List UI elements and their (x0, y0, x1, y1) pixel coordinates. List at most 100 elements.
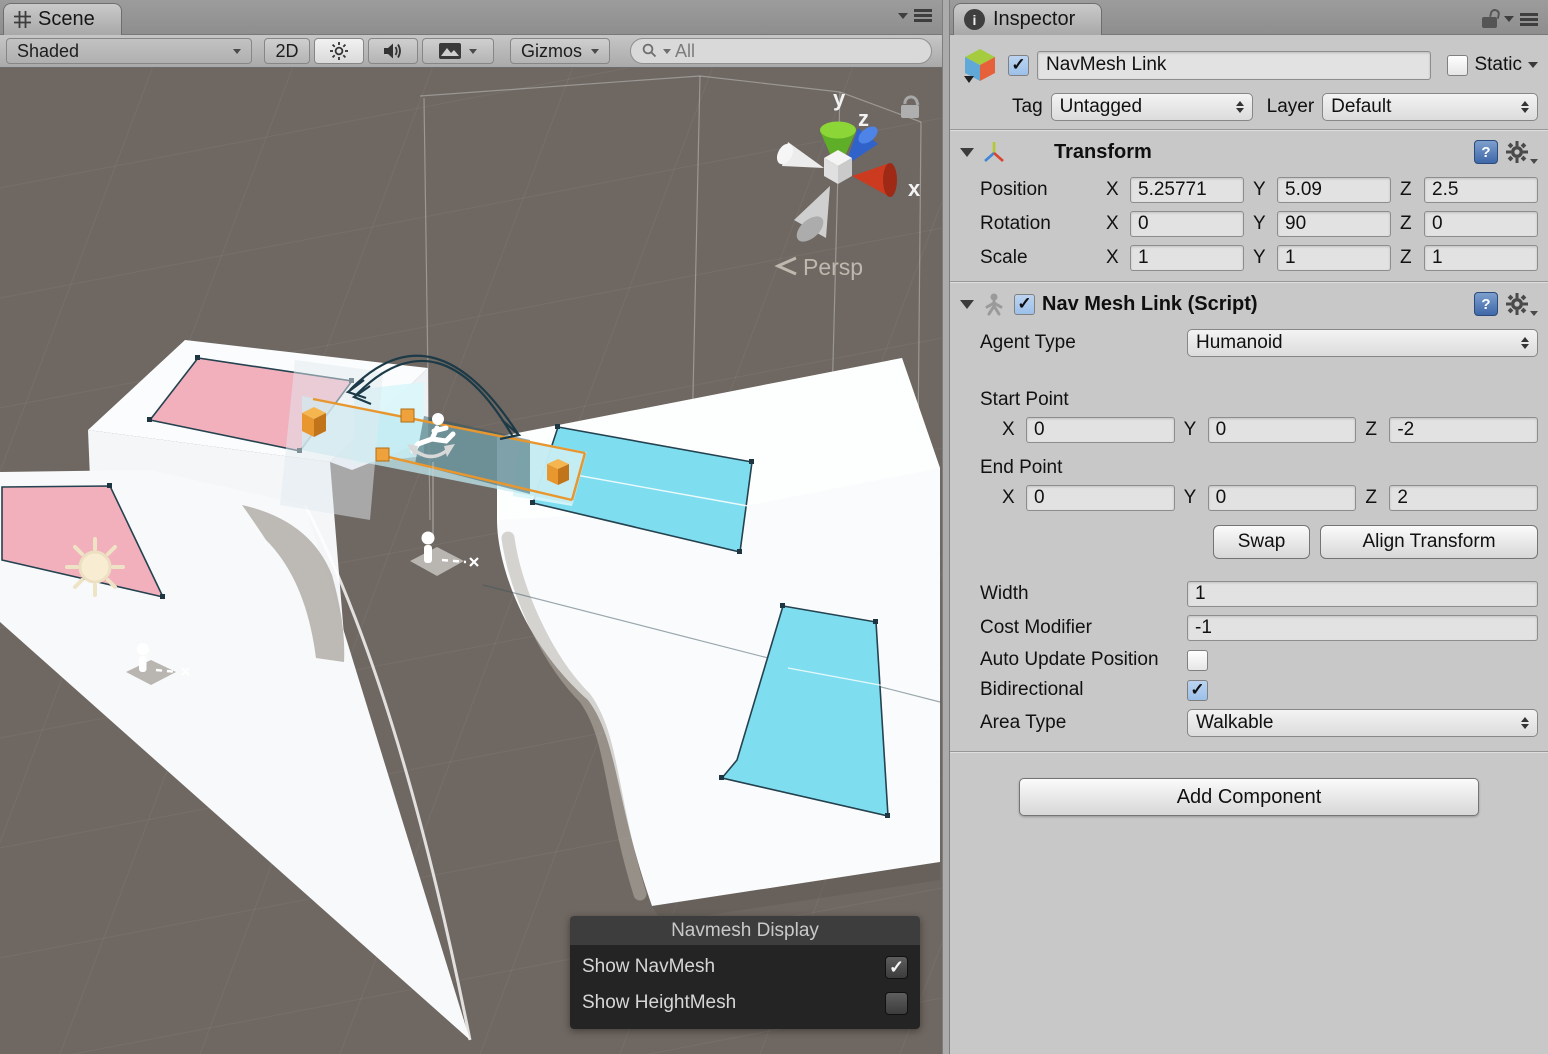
help-icon[interactable]: ? (1474, 292, 1498, 316)
position-y-field[interactable]: 5.09 (1277, 177, 1391, 203)
scene-pane-dropdown-icon[interactable] (898, 13, 908, 19)
gear-dropdown-icon (1530, 311, 1538, 316)
width-field[interactable]: 1 (1187, 581, 1538, 607)
scene-panel: Scene Shaded 2D (0, 0, 942, 1054)
sun-icon (329, 41, 349, 61)
area-type-label: Area Type (980, 712, 1187, 734)
navmeshlink-script-icon (981, 291, 1007, 317)
shading-mode-dropdown[interactable]: Shaded (6, 38, 252, 64)
axis-x-label: X (1106, 213, 1130, 235)
gizmos-dropdown[interactable]: Gizmos (510, 38, 610, 64)
gear-icon[interactable] (1505, 140, 1538, 164)
tab-scene[interactable]: Scene (3, 3, 122, 35)
toggle-2d-button[interactable]: 2D (264, 38, 310, 64)
updown-icon (1236, 101, 1244, 113)
scale-x-field[interactable]: 1 (1130, 245, 1244, 271)
layer-label: Layer (1267, 96, 1315, 118)
position-x-field[interactable]: 5.25771 (1130, 177, 1244, 203)
tab-inspector[interactable]: i Inspector (953, 3, 1102, 35)
end-point-label: End Point (950, 447, 1548, 481)
inspector-pane-menu-icon[interactable] (1520, 13, 1538, 26)
position-z-field[interactable]: 2.5 (1424, 177, 1538, 203)
gameobject-cube-icon[interactable] (960, 45, 1000, 85)
start-point-z-field[interactable]: -2 (1389, 417, 1538, 443)
scene-search-input[interactable]: All (630, 38, 932, 64)
area-type-dropdown[interactable]: Walkable (1187, 709, 1538, 737)
align-transform-button[interactable]: Align Transform (1320, 525, 1538, 559)
link-edge-handle[interactable] (376, 448, 389, 461)
scene-tabstrip: Scene (0, 0, 942, 35)
updown-icon (1521, 337, 1529, 349)
scene-audio-button[interactable] (368, 38, 418, 64)
image-icon (439, 43, 461, 59)
start-point-row: X 0 Y 0 Z -2 (950, 413, 1548, 447)
scale-z-field[interactable]: 1 (1424, 245, 1538, 271)
foldout-icon[interactable] (960, 148, 974, 157)
panel-resize-handle[interactable] (942, 0, 950, 1054)
swap-button[interactable]: Swap (1213, 525, 1310, 559)
agent-type-dropdown[interactable]: Humanoid (1187, 329, 1538, 357)
inspector-pane-dropdown-icon[interactable] (1504, 16, 1514, 22)
scene-effects-button[interactable] (422, 38, 494, 64)
axis-y-label: y (833, 86, 846, 111)
help-icon[interactable]: ? (1474, 140, 1498, 164)
inspector-panel: i Inspector ✓ NavMesh Link Stat (950, 0, 1548, 1054)
static-dropdown-icon[interactable] (1528, 62, 1538, 68)
scene-pane-menu-icon[interactable] (914, 9, 932, 22)
updown-icon (1521, 717, 1529, 729)
cost-modifier-field[interactable]: -1 (1187, 615, 1538, 641)
end-point-y-field[interactable]: 0 (1208, 485, 1357, 511)
scene-lighting-button[interactable] (314, 38, 364, 64)
show-heightmesh-checkbox[interactable] (885, 992, 908, 1015)
navmeshlink-header[interactable]: ✓ Nav Mesh Link (Script) ? (950, 282, 1548, 325)
gear-icon[interactable] (1505, 292, 1538, 316)
gameobject-enabled-checkbox[interactable]: ✓ (1008, 55, 1029, 76)
rotation-y-field[interactable]: 90 (1277, 211, 1391, 237)
end-point-x-field[interactable]: 0 (1026, 485, 1175, 511)
cost-modifier-label: Cost Modifier (980, 617, 1187, 639)
bidirectional-checkbox[interactable]: ✓ (1187, 680, 1208, 701)
tag-dropdown[interactable]: Untagged (1051, 93, 1253, 121)
link-edge-handle[interactable] (401, 409, 414, 422)
show-navmesh-checkbox[interactable]: ✓ (885, 956, 908, 979)
end-point-z-field[interactable]: 2 (1389, 485, 1538, 511)
axis-x-label: X (1106, 179, 1130, 201)
link-start-cube[interactable] (302, 407, 326, 437)
transform-header[interactable]: Transform ? (950, 130, 1548, 173)
rotation-x-field[interactable]: 0 (1130, 211, 1244, 237)
static-checkbox[interactable] (1447, 55, 1468, 76)
rotation-row: Rotation X 0 Y 90 Z 0 (950, 207, 1548, 241)
navmeshlink-enabled-checkbox[interactable]: ✓ (1014, 294, 1035, 315)
auto-update-checkbox[interactable] (1187, 650, 1208, 671)
axis-y-label: Y (1253, 247, 1277, 269)
axis-z-label: Z (1400, 213, 1424, 235)
scale-label: Scale (980, 247, 1106, 269)
add-component-button[interactable]: Add Component (1019, 778, 1479, 816)
search-filter-chevron-icon (663, 49, 671, 54)
axis-y-label: Y (1184, 487, 1208, 509)
search-icon (641, 42, 659, 60)
start-point-y-field[interactable]: 0 (1208, 417, 1357, 443)
auto-update-label: Auto Update Position (980, 649, 1187, 671)
gameobject-name-field[interactable]: NavMesh Link (1037, 51, 1431, 80)
2d-label: 2D (275, 41, 298, 62)
start-point-x-field[interactable]: 0 (1026, 417, 1175, 443)
inspector-tabstrip: i Inspector (950, 0, 1548, 35)
scene-viewport[interactable]: y z x Persp (0, 68, 942, 1054)
start-point-label: Start Point (950, 379, 1548, 413)
inspector-lock-icon[interactable] (1482, 9, 1498, 29)
light-gizmo-icon[interactable] (67, 539, 123, 595)
axis-z-label: Z (1365, 419, 1389, 441)
show-heightmesh-row: Show HeightMesh (570, 985, 920, 1021)
foldout-icon[interactable] (960, 300, 974, 309)
layer-dropdown[interactable]: Default (1322, 93, 1538, 121)
axis-z-label: z (858, 106, 869, 131)
gear-dropdown-icon (1530, 159, 1538, 164)
info-icon: i (964, 9, 985, 30)
projection-label[interactable]: Persp (803, 254, 863, 280)
scale-y-field[interactable]: 1 (1277, 245, 1391, 271)
link-end-cube[interactable] (547, 459, 569, 485)
show-navmesh-row: Show NavMesh ✓ (570, 949, 920, 985)
rotation-z-field[interactable]: 0 (1424, 211, 1538, 237)
chevron-down-icon (469, 49, 477, 54)
